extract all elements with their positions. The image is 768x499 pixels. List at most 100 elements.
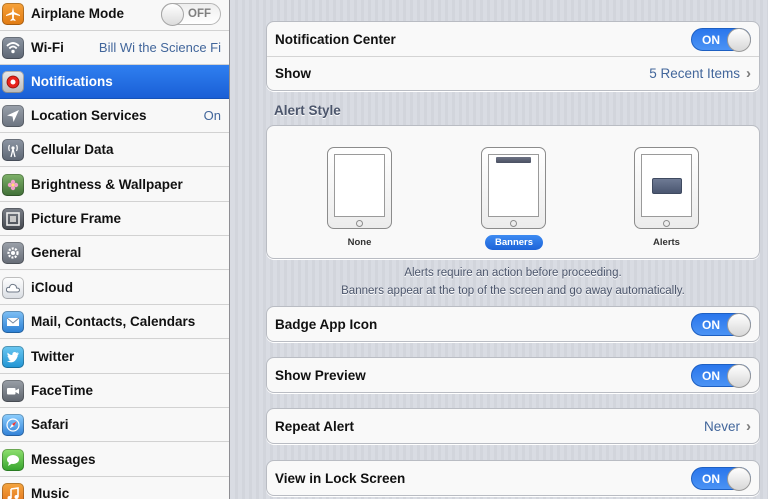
sidebar-item-label: General — [31, 245, 82, 260]
sidebar-item-brightness-wallpaper[interactable]: Brightness & Wallpaper — [0, 168, 229, 202]
repeat-alert-row[interactable]: Repeat Alert Never › — [267, 409, 759, 443]
notification-center-toggle[interactable]: ON — [691, 27, 751, 52]
show-preview-group: Show Preview ON — [266, 357, 760, 393]
sidebar-item-airplane-mode[interactable]: Airplane Mode OFF — [0, 0, 229, 31]
show-value: 5 Recent Items — [649, 66, 740, 81]
ipad-banners-icon — [481, 147, 546, 229]
alert-style-footnote-2: Banners appear at the top of the screen … — [341, 285, 685, 297]
sidebar-item-label: Mail, Contacts, Calendars — [31, 314, 196, 329]
sidebar-item-twitter[interactable]: Twitter — [0, 340, 229, 374]
notification-center-label: Notification Center — [275, 31, 396, 47]
toggle-state: ON — [702, 32, 720, 47]
sidebar-item-label: Cellular Data — [31, 142, 114, 157]
alert-style-picker: None Banners Alerts — [266, 125, 760, 259]
settings-sidebar: Airplane Mode OFF Wi-Fi Bill Wi the Scie… — [0, 0, 230, 499]
sidebar-item-label: Twitter — [31, 349, 75, 364]
repeat-alert-value: Never — [703, 418, 740, 434]
sidebar-item-label: Brightness & Wallpaper — [31, 177, 183, 192]
view-in-lock-screen-toggle[interactable]: ON — [691, 466, 751, 491]
notifications-icon — [2, 70, 24, 93]
sidebar-item-notifications[interactable]: Notifications — [0, 65, 229, 99]
view-in-lock-screen-label: View in Lock Screen — [275, 470, 406, 486]
compass-icon — [2, 413, 24, 436]
speech-bubble-icon — [2, 448, 24, 471]
notifications-detail-pane: Notification Center ON Show 5 Recent Ite… — [231, 0, 768, 499]
sidebar-item-label: FaceTime — [31, 383, 94, 398]
sidebar-item-label: Music — [31, 486, 70, 499]
sidebar-item-music[interactable]: Music — [0, 477, 229, 499]
ipad-alerts-icon — [634, 147, 699, 229]
sidebar-item-label: Location Services — [31, 108, 147, 123]
sidebar-item-label: Wi-Fi — [31, 40, 64, 55]
airplane-mode-switch[interactable]: OFF — [161, 2, 221, 26]
toggle-knob — [727, 27, 751, 52]
sidebar-item-picture-frame[interactable]: Picture Frame — [0, 202, 229, 236]
alert-style-footnote-1: Alerts require an action before proceedi… — [404, 267, 622, 279]
ipad-home-button — [510, 220, 517, 227]
ipad-none-icon — [327, 147, 392, 229]
cloud-icon — [2, 276, 24, 299]
switch-knob — [161, 2, 184, 26]
toggle-state: ON — [702, 317, 720, 332]
sidebar-item-label: Notifications — [31, 74, 113, 89]
sidebar-item-general[interactable]: General — [0, 236, 229, 270]
badge-app-icon-group: Badge App Icon ON — [266, 306, 760, 342]
notification-center-group: Notification Center ON Show 5 Recent Ite… — [266, 21, 760, 91]
toggle-knob — [727, 466, 751, 491]
show-preview-toggle[interactable]: ON — [691, 363, 751, 388]
banner-preview — [496, 157, 531, 163]
antenna-icon — [2, 138, 24, 161]
badge-app-icon-toggle[interactable]: ON — [691, 312, 751, 337]
sidebar-item-label: Airplane Mode — [31, 6, 125, 21]
chevron-right-icon: › — [746, 65, 751, 82]
sidebar-item-location-services[interactable]: Location Services On — [0, 99, 229, 133]
sidebar-item-label: Safari — [31, 417, 69, 432]
badge-app-icon-row: Badge App Icon ON — [267, 307, 759, 341]
view-in-lock-screen-group: View in Lock Screen ON — [266, 460, 760, 496]
alert-style-header: Alert Style — [274, 103, 341, 118]
toggle-knob — [727, 312, 751, 337]
sidebar-item-icloud[interactable]: iCloud — [0, 271, 229, 305]
sidebar-item-messages[interactable]: Messages — [0, 443, 229, 477]
chevron-right-icon: › — [746, 417, 751, 435]
sidebar-item-mail-contacts-calendars[interactable]: Mail, Contacts, Calendars — [0, 305, 229, 339]
ipad-home-button — [663, 220, 670, 227]
ipad-screen — [334, 154, 385, 217]
toggle-state: ON — [702, 471, 720, 486]
toggle-knob — [727, 363, 751, 388]
sidebar-item-wifi[interactable]: Wi-Fi Bill Wi the Science Fi — [0, 31, 229, 65]
alert-style-label-banners: Banners — [485, 235, 544, 250]
sidebar-item-cellular-data[interactable]: Cellular Data — [0, 133, 229, 167]
alert-preview — [652, 178, 682, 194]
badge-app-icon-label: Badge App Icon — [275, 316, 378, 332]
switch-state: OFF — [188, 7, 211, 20]
gear-icon — [2, 241, 24, 264]
ipad-home-button — [356, 220, 363, 227]
show-preview-row: Show Preview ON — [267, 358, 759, 392]
notification-center-row: Notification Center ON — [267, 22, 759, 56]
music-note-icon — [2, 482, 24, 499]
toggle-state: ON — [702, 368, 720, 383]
ipad-screen — [488, 154, 539, 217]
location-services-status: On — [203, 108, 221, 123]
picture-frame-icon — [2, 207, 24, 230]
alert-style-label-none: None — [347, 237, 372, 248]
sidebar-item-label: Picture Frame — [31, 211, 122, 226]
show-row[interactable]: Show 5 Recent Items › — [267, 56, 759, 90]
repeat-alert-label: Repeat Alert — [275, 418, 355, 434]
show-label: Show — [275, 66, 311, 81]
mail-envelope-icon — [2, 310, 24, 333]
sidebar-item-label: Messages — [31, 452, 96, 467]
sidebar-item-facetime[interactable]: FaceTime — [0, 374, 229, 408]
sidebar-item-safari[interactable]: Safari — [0, 408, 229, 442]
sidebar-item-label: iCloud — [31, 280, 73, 295]
flower-wallpaper-icon — [2, 173, 24, 196]
ipad-screen — [641, 154, 692, 217]
repeat-alert-group: Repeat Alert Never › — [266, 408, 760, 444]
video-camera-icon — [2, 379, 24, 402]
view-in-lock-screen-row: View in Lock Screen ON — [267, 461, 759, 495]
location-arrow-icon — [2, 104, 24, 127]
wifi-icon — [2, 36, 24, 59]
alert-style-label-alerts: Alerts — [653, 237, 680, 248]
airplane-icon — [2, 2, 24, 25]
